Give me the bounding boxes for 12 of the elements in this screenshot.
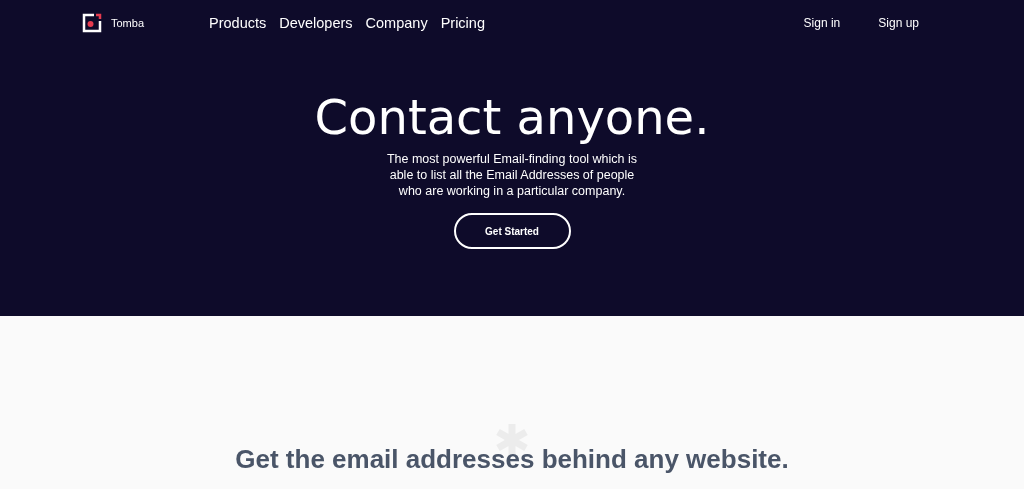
hero-description: The most powerful Email-finding tool which is able to list all the Email Addresses of people who are working in a particular company. — [385, 151, 639, 199]
get-started-button[interactable]: Get Started — [453, 213, 571, 249]
section-heading: Get the email addresses behind any website. — [235, 444, 789, 475]
hero-title: Contact anyone. — [314, 88, 710, 147]
auth-link[interactable]: Sign up — [878, 15, 919, 30]
auth-link[interactable]: Sign in — [803, 15, 841, 30]
brand-name[interactable]: Tomba — [111, 16, 145, 29]
nav-link[interactable]: Company — [365, 14, 428, 31]
logo-icon — [82, 12, 102, 33]
nav-link[interactable]: Pricing — [440, 14, 485, 31]
nav-link[interactable]: Developers — [279, 14, 353, 31]
nav-link[interactable]: Products — [209, 14, 267, 31]
